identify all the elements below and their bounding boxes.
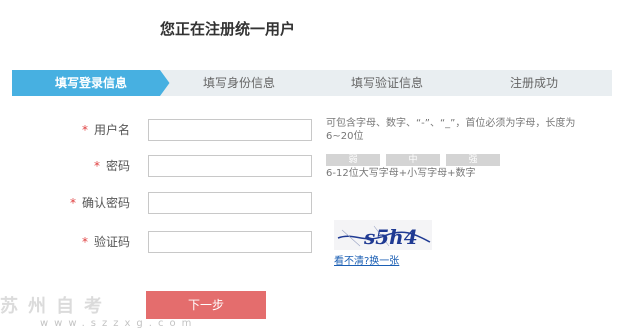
username-hint: 可包含字母、数字、“-”、“_”，首位必须为字母，长度为6~20位	[326, 118, 576, 142]
password-input[interactable]	[148, 155, 312, 177]
step-login-info: 填写登录信息	[12, 70, 170, 96]
captcha-row: * 验证码	[0, 231, 640, 253]
required-mark: *	[81, 123, 88, 137]
username-input[interactable]	[148, 119, 312, 141]
step-verification-info: 填写验证信息	[308, 70, 466, 96]
step-progress: 填写登录信息 填写身份信息 填写验证信息 注册成功	[12, 70, 612, 96]
required-mark: *	[93, 159, 100, 173]
required-mark: *	[81, 235, 88, 249]
captcha-input[interactable]	[148, 231, 312, 253]
watermark-logo: 苏州自考	[0, 296, 112, 317]
captcha-image[interactable]: s5h4	[334, 220, 432, 250]
step-register-success: 注册成功	[456, 70, 612, 96]
step-identity-info: 填写身份信息	[160, 70, 318, 96]
confirm-password-input[interactable]	[148, 192, 312, 214]
username-label: * 用户名	[81, 123, 130, 137]
password-label: * 密码	[93, 159, 130, 173]
captcha-label: * 验证码	[81, 235, 130, 249]
svg-text:s5h4: s5h4	[363, 225, 418, 249]
strength-weak: 弱	[326, 154, 380, 166]
captcha-image-graphic: s5h4	[337, 225, 431, 249]
confirm-password-row: * 确认密码	[0, 192, 640, 214]
watermark-url: www.szzxg.com	[40, 318, 198, 329]
password-hint: 6-12位大写字母+小写字母+数字	[326, 168, 476, 179]
confirm-password-label: * 确认密码	[69, 196, 130, 210]
captcha-refresh-link[interactable]: 看不清?换一张	[334, 252, 399, 267]
page-title: 您正在注册统一用户	[160, 20, 296, 38]
password-row: * 密码	[0, 155, 640, 177]
next-step-button[interactable]: 下一步	[146, 291, 266, 319]
required-mark: *	[69, 196, 76, 210]
strength-medium: 中	[386, 154, 440, 166]
strength-strong: 强	[446, 154, 500, 166]
